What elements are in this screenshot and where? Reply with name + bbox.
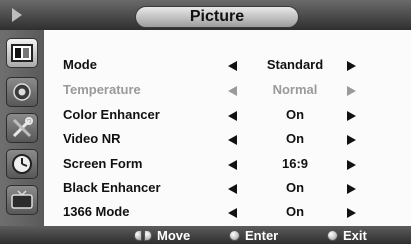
settings-panel: Mode Standard Temperature Normal Color E… [44,30,411,226]
right-arrow-icon[interactable] [347,61,356,71]
exit-hint: Exit [327,227,367,243]
tv-icon[interactable] [6,185,38,215]
right-arrow-icon[interactable] [347,160,356,170]
key-hint-bar: Move Enter Exit [0,226,411,244]
back-arrow-icon[interactable] [12,8,22,22]
right-arrow-icon[interactable] [347,184,356,194]
row-video-nr[interactable]: Video NR On [44,126,411,152]
left-arrow-icon[interactable] [228,61,237,71]
row-value: Standard [266,57,324,72]
tv-osd-window: Picture Mode Standard Temperature Normal… [0,0,411,244]
tools-icon[interactable] [6,113,38,143]
left-arrow-icon[interactable] [228,184,237,194]
row-value: On [285,131,305,146]
audio-icon[interactable] [6,77,38,107]
row-screen-form[interactable]: Screen Form 16:9 [44,151,411,177]
row-label: Mode [63,57,97,72]
left-arrow-icon[interactable] [228,111,237,121]
row-value: On [285,180,305,195]
exit-button-icon [327,229,338,241]
title-bar: Picture [0,0,411,30]
move-hint: Move [134,227,190,243]
row-label: Screen Form [63,156,143,171]
menu-title-pill: Picture [135,6,299,28]
enter-button-icon [229,229,240,241]
row-black-enhancer[interactable]: Black Enhancer On [44,175,411,201]
row-label: Black Enhancer [63,180,161,195]
left-arrow-icon[interactable] [228,160,237,170]
row-label: Color Enhancer [63,107,160,122]
row-color-enhancer[interactable]: Color Enhancer On [44,102,411,128]
row-value: Normal [272,82,318,97]
updown-icon [134,229,152,241]
right-arrow-icon [347,86,356,96]
menu-title: Picture [189,8,245,25]
row-value: 16:9 [281,156,309,171]
row-1366-mode[interactable]: 1366 Mode On [44,199,411,225]
row-mode[interactable]: Mode Standard [44,52,411,78]
row-value: On [285,107,305,122]
row-label: 1366 Mode [63,204,130,219]
left-arrow-icon [228,86,237,96]
category-sidebar [0,30,44,226]
picture-icon[interactable] [6,38,38,68]
row-temperature: Temperature Normal [44,77,411,103]
right-arrow-icon[interactable] [347,135,356,145]
enter-hint: Enter [229,227,278,243]
move-label: Move [157,227,191,243]
row-label: Video NR [63,131,121,146]
row-label: Temperature [63,82,141,97]
enter-label: Enter [245,227,279,243]
left-arrow-icon[interactable] [228,135,237,145]
row-value: On [285,204,305,219]
right-arrow-icon[interactable] [347,111,356,121]
clock-icon[interactable] [6,149,38,179]
right-arrow-icon[interactable] [347,208,356,218]
left-arrow-icon[interactable] [228,208,237,218]
exit-label: Exit [343,227,367,243]
